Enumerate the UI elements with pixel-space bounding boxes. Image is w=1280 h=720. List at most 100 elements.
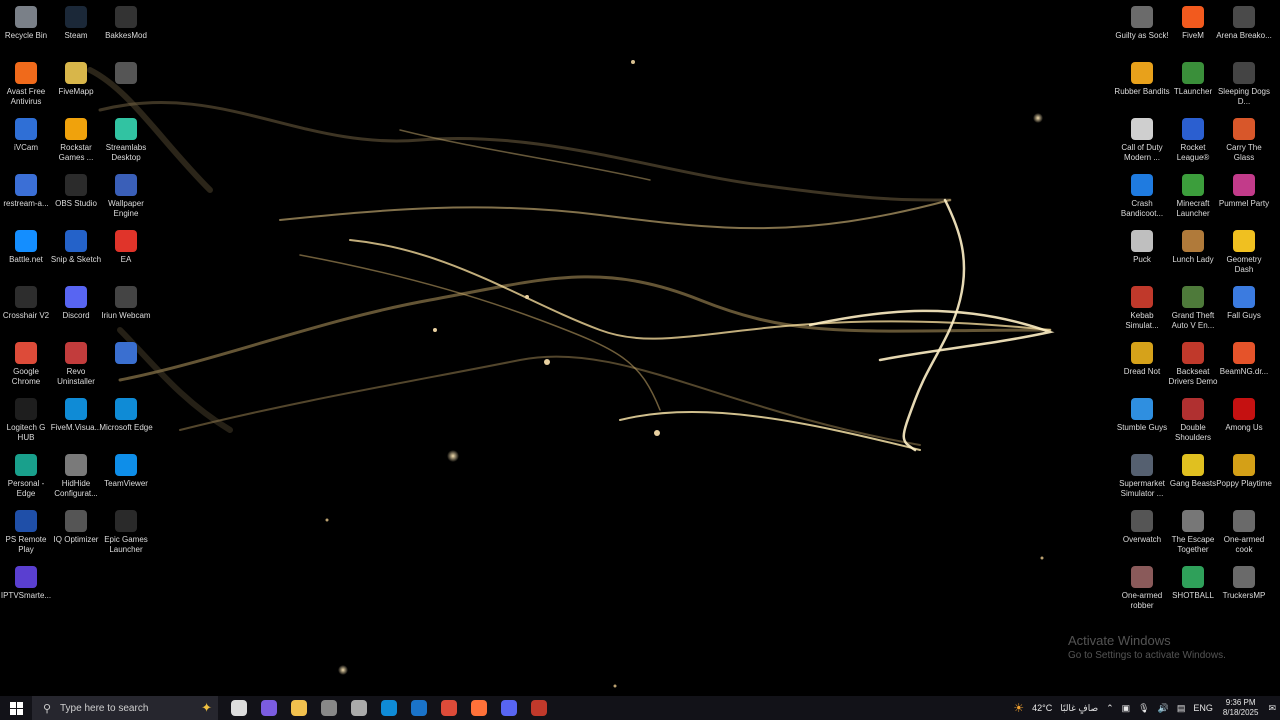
desktop-icon[interactable]: One-armed cook <box>1218 506 1270 558</box>
weather-icon[interactable]: ☀ <box>1013 701 1024 715</box>
desktop-icon-label: Backseat Drivers Demo <box>1168 367 1218 386</box>
desktop-icon[interactable]: Steam <box>50 2 102 54</box>
microphone-icon[interactable]: 🎙 <box>1138 703 1149 714</box>
desktop-icon[interactable]: One-armed robber <box>1116 562 1168 614</box>
desktop-icon[interactable]: Iriun Webcam <box>100 282 152 334</box>
search-highlight-icon: ✦ <box>201 700 212 715</box>
iq-optimizer-icon <box>65 510 87 532</box>
desktop-icon[interactable]: Call of Duty Modern ... <box>1116 114 1168 166</box>
desktop-icon[interactable]: Logitech G HUB <box>0 394 52 446</box>
desktop-icon[interactable]: iVCam <box>0 114 52 166</box>
desktop-icon[interactable]: TLauncher <box>1167 58 1219 110</box>
weather-temperature[interactable]: 42°C <box>1032 703 1052 713</box>
desktop-icon[interactable]: Kebab Simulat... <box>1116 282 1168 334</box>
desktop-icon[interactable]: Battle.net <box>0 226 52 278</box>
desktop-icon[interactable]: Fall Guys <box>1218 282 1270 334</box>
desktop-icon[interactable]: Among Us <box>1218 394 1270 446</box>
desktop-icon[interactable]: FiveMapp <box>50 58 102 110</box>
notifications-icon[interactable]: ✉ <box>1268 703 1276 714</box>
desktop-icon[interactable]: OBS Studio <box>50 170 102 222</box>
taskbar-app[interactable] <box>434 696 464 720</box>
desktop-icon[interactable]: Wallpaper Engine <box>100 170 152 222</box>
desktop-icon[interactable]: Epic Games Launcher <box>100 506 152 558</box>
desktop-icon[interactable]: Recycle Bin <box>0 2 52 54</box>
app-icon <box>15 174 37 196</box>
desktop-icon[interactable]: Snip & Sketch <box>50 226 102 278</box>
desktop-icon[interactable]: Poppy Playtime <box>1216 450 1272 502</box>
desktop-icon[interactable]: BeamNG.dr... <box>1218 338 1270 390</box>
desktop-icon[interactable]: restream-a... <box>0 170 52 222</box>
desktop-icon[interactable]: SHOTBALL <box>1167 562 1219 614</box>
volume-icon[interactable]: 🔊 <box>1158 703 1169 714</box>
desktop-icon[interactable] <box>100 58 152 110</box>
desktop-icon[interactable]: Discord <box>50 282 102 334</box>
desktop-icon[interactable]: PS Remote Play <box>0 506 52 558</box>
weather-description[interactable]: صافٍ غالبًا <box>1060 703 1098 714</box>
taskbar-search-box[interactable]: ⚲ Type here to search ✦ <box>32 696 218 720</box>
desktop-icon[interactable]: Overwatch <box>1116 506 1168 558</box>
desktop-icon[interactable]: Pummel Party <box>1218 170 1270 222</box>
desktop-icon[interactable]: Avast Free Antivirus <box>0 58 52 110</box>
desktop-icon[interactable]: Crosshair V2 <box>0 282 52 334</box>
desktop-icon[interactable]: Rocket League® <box>1167 114 1219 166</box>
windows-start-icon[interactable] <box>0 696 32 720</box>
desktop-icon[interactable]: Guilty as Sock! <box>1115 2 1169 54</box>
taskbar-app[interactable] <box>224 696 254 720</box>
desktop-icon[interactable]: Puck <box>1116 226 1168 278</box>
desktop-icon[interactable]: The Escape Together <box>1167 506 1219 558</box>
desktop-icon[interactable]: Backseat Drivers Demo <box>1167 338 1219 390</box>
language-indicator[interactable]: ENG <box>1193 703 1213 713</box>
taskbar-app[interactable] <box>314 696 344 720</box>
taskbar-app[interactable] <box>374 696 404 720</box>
game-icon <box>1233 454 1255 476</box>
desktop-icon[interactable]: Personal - Edge <box>0 450 52 502</box>
desktop-icon[interactable]: FiveM.Visua... <box>50 394 102 446</box>
desktop-icon[interactable]: Arena Breako... <box>1216 2 1272 54</box>
desktop-icon-label: Recycle Bin <box>4 31 48 40</box>
taskbar-app[interactable] <box>254 696 284 720</box>
desktop-icon[interactable]: Rockstar Games ... <box>50 114 102 166</box>
taskbar-app[interactable] <box>404 696 434 720</box>
desktop-icon[interactable]: Minecraft Launcher <box>1167 170 1219 222</box>
desktop-icon[interactable]: FiveM <box>1167 2 1219 54</box>
desktop-icon[interactable]: Geometry Dash <box>1218 226 1270 278</box>
chevron-up-icon[interactable]: ⌃ <box>1106 703 1114 714</box>
desktop-icon[interactable]: Google Chrome <box>0 338 52 390</box>
desktop-icon[interactable]: Revo Uninstaller <box>50 338 102 390</box>
desktop-icon[interactable]: HidHide Configurat... <box>50 450 102 502</box>
taskbar-app[interactable] <box>524 696 554 720</box>
taskbar-app[interactable] <box>284 696 314 720</box>
clock[interactable]: 9:36 PM 8/18/2025 <box>1223 698 1259 718</box>
desktop-icon[interactable]: Gang Beasts <box>1167 450 1219 502</box>
desktop-icon[interactable]: EA <box>100 226 152 278</box>
desktop-icon[interactable]: Grand Theft Auto V En... <box>1167 282 1219 334</box>
desktop-icon[interactable]: IPTVSmarte... <box>0 562 52 614</box>
truckersmp-icon <box>1233 566 1255 588</box>
desktop-icon[interactable]: Stumble Guys <box>1116 394 1168 446</box>
desktop-icon[interactable]: Rubber Bandits <box>1114 58 1170 110</box>
desktop-icon[interactable]: Crash Bandicoot... <box>1116 170 1168 222</box>
logitech-icon <box>15 398 37 420</box>
taskbar-app[interactable] <box>464 696 494 720</box>
desktop-icon[interactable]: TeamViewer <box>100 450 152 502</box>
desktop-icon[interactable]: Supermarket Simulator ... <box>1116 450 1168 502</box>
desktop-icon-label: Minecraft Launcher <box>1176 199 1210 218</box>
taskbar-app[interactable] <box>494 696 524 720</box>
desktop-icon[interactable]: Microsoft Edge <box>99 394 153 446</box>
desktop-icon[interactable]: Lunch Lady <box>1167 226 1219 278</box>
desktop-icon[interactable]: BakkesMod <box>100 2 152 54</box>
game-icon <box>1182 342 1204 364</box>
desktop-icon-label: Puck <box>1133 255 1151 264</box>
desktop-icon[interactable] <box>100 338 152 390</box>
tray-app-icon[interactable]: ▣ <box>1122 703 1131 714</box>
app-icon <box>531 700 547 716</box>
desktop-icon[interactable]: IQ Optimizer <box>50 506 102 558</box>
taskbar-app[interactable] <box>344 696 374 720</box>
desktop-icon[interactable]: Sleeping Dogs D... <box>1218 58 1270 110</box>
desktop-icon[interactable]: Streamlabs Desktop <box>100 114 152 166</box>
desktop-icon[interactable]: Dread Not <box>1116 338 1168 390</box>
desktop-icon[interactable]: Carry The Glass <box>1218 114 1270 166</box>
desktop-icon[interactable]: Double Shoulders <box>1167 394 1219 446</box>
desktop-icon[interactable]: TruckersMP <box>1218 562 1270 614</box>
network-icon[interactable]: ▤ <box>1177 703 1186 714</box>
